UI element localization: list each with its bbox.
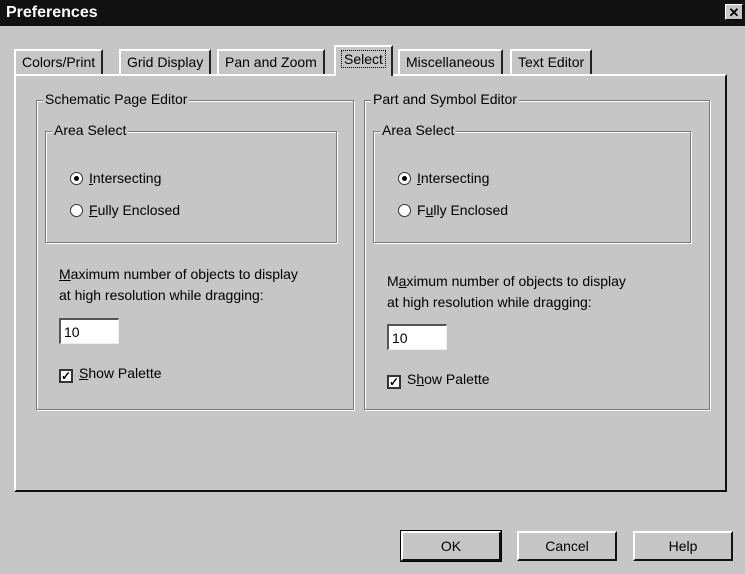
close-icon[interactable]: ✕ — [725, 4, 743, 20]
schematic-intersecting-radio[interactable]: Intersecting — [70, 170, 161, 186]
part-and-symbol-editor-group: Part and Symbol Editor Area Select Inter… — [364, 91, 710, 410]
tab-colors-print[interactable]: Colors/Print — [14, 49, 104, 75]
part-symbol-group-title: Part and Symbol Editor — [371, 91, 519, 107]
checkbox-checked-icon: ✓ — [59, 369, 73, 383]
schematic-max-objects-input[interactable] — [59, 318, 119, 344]
tab-miscellaneous[interactable]: Miscellaneous — [398, 49, 503, 75]
schematic-fully-enclosed-radio[interactable]: Fully Enclosed — [70, 202, 180, 218]
area-select-title: Area Select — [380, 122, 457, 138]
schematic-show-palette-checkbox[interactable]: ✓ Show Palette — [59, 365, 162, 383]
tab-select[interactable]: Select — [334, 45, 393, 76]
checkbox-checked-icon: ✓ — [387, 375, 401, 389]
window-title: Preferences — [6, 4, 98, 21]
schematic-page-editor-group: Schematic Page Editor Area Select Inters… — [36, 91, 354, 410]
select-tab-page: Schematic Page Editor Area Select Inters… — [14, 74, 727, 492]
schematic-area-select-group: Area Select Intersecting Fully Enclosed — [45, 122, 337, 243]
part-intersecting-radio[interactable]: Intersecting — [398, 170, 489, 186]
tab-text-editor[interactable]: Text Editor — [510, 49, 593, 75]
radio-selected-icon — [70, 172, 83, 185]
title-bar: Preferences ✕ — [0, 0, 745, 26]
part-show-palette-checkbox[interactable]: ✓ Show Palette — [387, 371, 490, 389]
tab-grid-display[interactable]: Grid Display — [119, 49, 212, 75]
area-select-title: Area Select — [52, 122, 129, 138]
part-max-objects-label: Maximum number of objects to display at … — [387, 273, 626, 310]
schematic-group-title: Schematic Page Editor — [43, 91, 190, 107]
part-fully-enclosed-radio[interactable]: Fully Enclosed — [398, 202, 508, 218]
part-max-objects-input[interactable] — [387, 324, 447, 350]
part-area-select-group: Area Select Intersecting Fully Enclosed — [373, 122, 691, 243]
ok-button[interactable]: OK — [400, 530, 502, 562]
cancel-button[interactable]: Cancel — [517, 531, 617, 561]
schematic-max-objects-label: Maximum number of objects to display at … — [59, 266, 298, 303]
help-button[interactable]: Help — [633, 531, 733, 561]
radio-unselected-icon — [398, 204, 411, 217]
radio-unselected-icon — [70, 204, 83, 217]
tab-pan-and-zoom[interactable]: Pan and Zoom — [217, 49, 325, 75]
radio-selected-icon — [398, 172, 411, 185]
